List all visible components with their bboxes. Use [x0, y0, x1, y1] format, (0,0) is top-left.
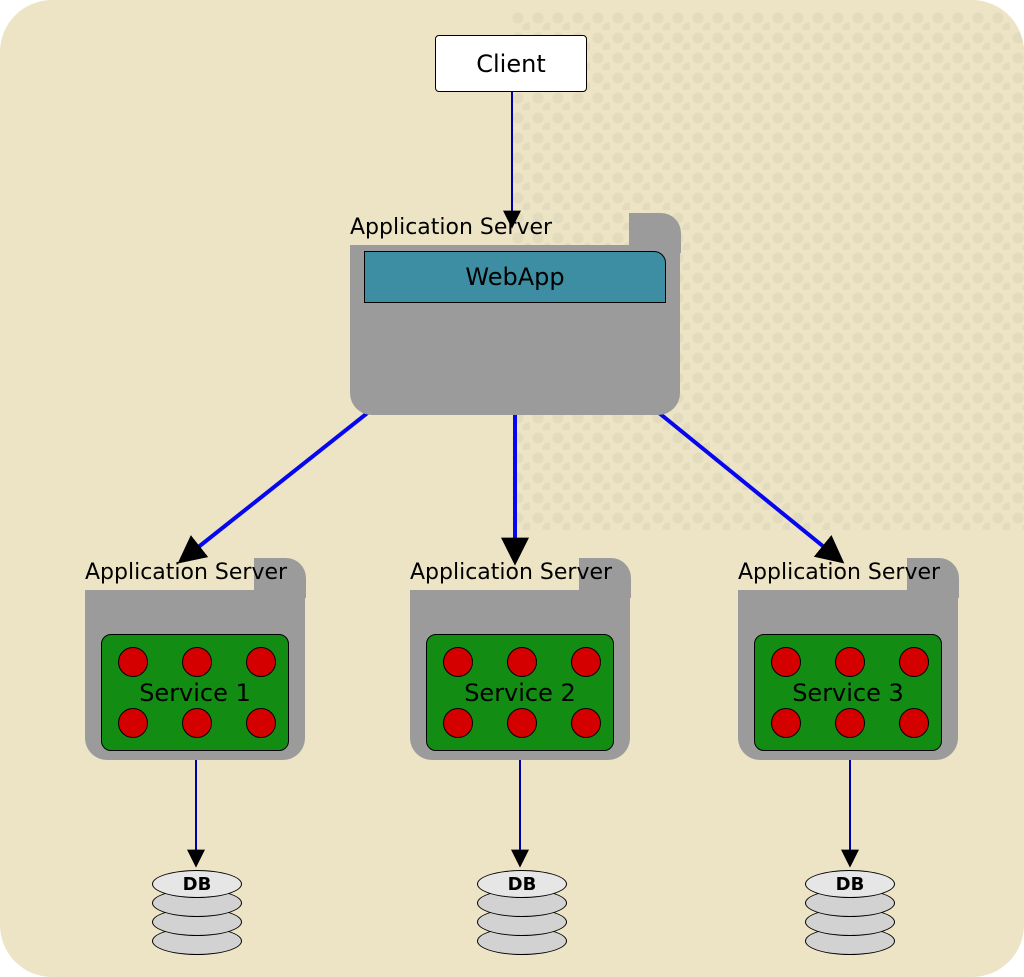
ejb-dot-icon	[571, 708, 601, 738]
db-3-label: DB	[805, 870, 895, 898]
ejb-dot-icon	[182, 708, 212, 738]
webapp-server: Application Server WebApp	[350, 245, 680, 415]
service-2-chip: Service 2	[426, 634, 614, 751]
ejb-dot-icon	[507, 647, 537, 677]
db-1: DB	[152, 870, 240, 955]
ejb-dot-icon	[771, 647, 801, 677]
webapp-label: WebApp	[465, 263, 564, 291]
db-2: DB	[477, 870, 565, 955]
service-server-3: Application Server Service 3	[738, 590, 958, 760]
ejb-dot-icon	[118, 647, 148, 677]
service-1-chip: Service 1	[101, 634, 289, 751]
ejb-dot-icon	[835, 708, 865, 738]
ejb-dot-icon	[443, 647, 473, 677]
client-label: Client	[476, 50, 545, 78]
webapp-bar: WebApp	[364, 251, 666, 303]
service-3-label: Service 3	[792, 679, 904, 707]
ejb-dot-icon	[443, 708, 473, 738]
client-node: Client	[435, 35, 587, 92]
ejb-dot-icon	[118, 708, 148, 738]
diagram-canvas: Client Application Server WebApp Applica…	[0, 0, 1024, 977]
db-1-label: DB	[152, 870, 242, 898]
ejb-dot-icon	[899, 647, 929, 677]
service-server-2-title: Application Server	[410, 560, 612, 585]
ejb-dot-icon	[571, 647, 601, 677]
server-flap-icon	[629, 213, 681, 253]
ejb-dot-icon	[771, 708, 801, 738]
ejb-dot-icon	[507, 708, 537, 738]
db-2-label: DB	[477, 870, 567, 898]
ejb-dot-icon	[246, 647, 276, 677]
ejb-dot-icon	[899, 708, 929, 738]
service-3-chip: Service 3	[754, 634, 942, 751]
service-1-label: Service 1	[139, 679, 251, 707]
ejb-dot-icon	[246, 708, 276, 738]
service-server-1: Application Server Service 1	[85, 590, 305, 760]
webapp-server-title: Application Server	[350, 215, 552, 240]
connector-layer	[0, 0, 1024, 977]
service-server-1-title: Application Server	[85, 560, 287, 585]
db-3: DB	[805, 870, 893, 955]
ejb-dot-icon	[182, 647, 212, 677]
service-server-2: Application Server Service 2	[410, 590, 630, 760]
ejb-dot-icon	[835, 647, 865, 677]
service-server-3-title: Application Server	[738, 560, 940, 585]
service-2-label: Service 2	[464, 679, 576, 707]
